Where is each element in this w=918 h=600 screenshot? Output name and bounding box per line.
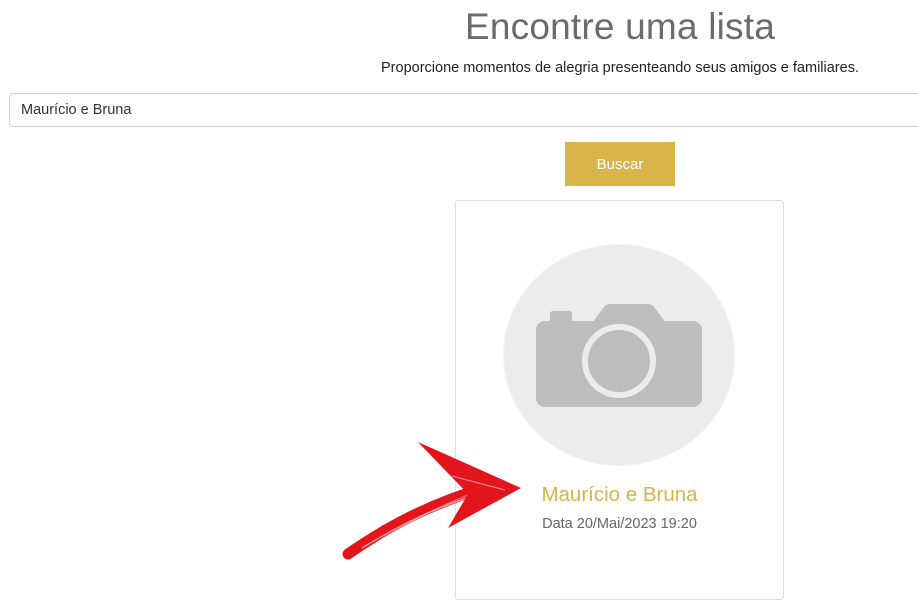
page-title: Encontre uma lista: [464, 6, 776, 47]
avatar[interactable]: [504, 245, 734, 465]
page-subtitle: Proporcione momentos de alegria presente…: [381, 60, 859, 76]
red-arrow-icon: [342, 442, 521, 560]
search-input[interactable]: [9, 93, 918, 127]
search-button[interactable]: Buscar: [565, 142, 675, 186]
camera-icon: [536, 304, 702, 407]
